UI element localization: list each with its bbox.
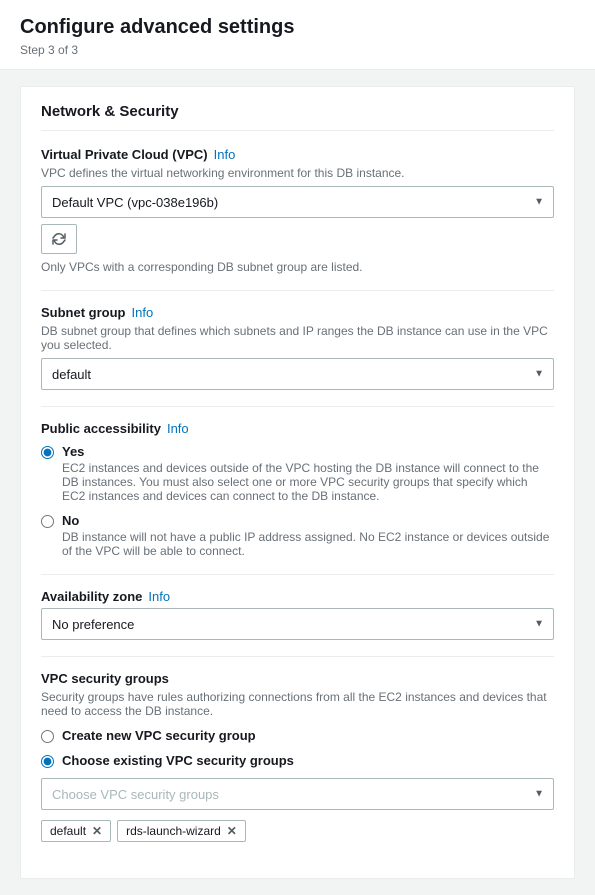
sg-tag-default-label: default [50,824,86,838]
sg-tag-default-remove[interactable]: ✕ [92,825,102,837]
public-accessibility-no-content: No DB instance will not have a public IP… [62,513,554,558]
sg-tags-row: default ✕ rds-launch-wizard ✕ [41,820,554,842]
subnet-label: Subnet group [41,305,126,320]
sg-choose-existing-radio[interactable] [41,755,54,768]
subnet-info-link[interactable]: Info [132,305,154,320]
vpc-info-link[interactable]: Info [214,147,236,162]
sg-select[interactable]: Choose VPC security groups [41,778,554,810]
divider-2 [41,406,554,407]
vpc-refresh-button[interactable] [41,224,77,254]
refresh-icon [52,232,66,246]
network-security-card: Network & Security Virtual Private Cloud… [20,86,575,879]
section-title: Network & Security [41,103,554,131]
sg-choose-existing-option: Choose existing VPC security groups [41,753,554,768]
public-accessibility-yes-content: Yes EC2 instances and devices outside of… [62,444,554,503]
subnet-select[interactable]: default [41,358,554,390]
availability-zone-label: Availability zone [41,589,142,604]
availability-zone-select[interactable]: No preference [41,608,554,640]
subnet-description: DB subnet group that defines which subne… [41,324,554,352]
subnet-label-row: Subnet group Info [41,305,554,322]
public-accessibility-info-link[interactable]: Info [167,421,189,436]
vpc-select-wrapper: Default VPC (vpc-038e196b) ▼ [41,186,554,218]
sg-create-new-option: Create new VPC security group [41,728,554,743]
subnet-select-wrapper: default ▼ [41,358,554,390]
vpc-security-groups-label: VPC security groups [41,671,169,686]
public-accessibility-radio-group: Yes EC2 instances and devices outside of… [41,444,554,558]
page-title: Configure advanced settings [20,16,575,39]
availability-zone-label-row: Availability zone Info [41,589,554,606]
public-accessibility-label: Public accessibility [41,421,161,436]
divider-3 [41,574,554,575]
availability-zone-info-link[interactable]: Info [148,589,170,604]
sg-tag-rds-launch-wizard: rds-launch-wizard ✕ [117,820,246,842]
vpc-label: Virtual Private Cloud (VPC) [41,147,208,162]
vpc-label-row: Virtual Private Cloud (VPC) Info [41,147,554,164]
sg-create-new-radio[interactable] [41,730,54,743]
main-content: Network & Security Virtual Private Cloud… [0,70,595,895]
vpc-security-groups-field-group: VPC security groups Security groups have… [41,671,554,842]
public-accessibility-field-group: Public accessibility Info Yes EC2 instan… [41,421,554,558]
public-accessibility-yes-label[interactable]: Yes [62,444,84,459]
vpc-description: VPC defines the virtual networking envir… [41,166,554,180]
public-accessibility-no-label[interactable]: No [62,513,79,528]
sg-tag-rds-launch-wizard-remove[interactable]: ✕ [227,825,237,837]
public-accessibility-yes-option: Yes EC2 instances and devices outside of… [41,444,554,503]
sg-create-new-label[interactable]: Create new VPC security group [62,728,256,743]
public-accessibility-no-desc: DB instance will not have a public IP ad… [62,530,554,558]
vpc-refresh-note: Only VPCs with a corresponding DB subnet… [41,260,554,274]
public-accessibility-yes-desc: EC2 instances and devices outside of the… [62,461,554,503]
public-accessibility-no-radio[interactable] [41,515,54,528]
subnet-field-group: Subnet group Info DB subnet group that d… [41,305,554,390]
sg-tag-default: default ✕ [41,820,111,842]
vpc-security-groups-radio-group: Create new VPC security group Choose exi… [41,728,554,768]
public-accessibility-label-row: Public accessibility Info [41,421,554,438]
step-indicator: Step 3 of 3 [20,43,575,57]
vpc-select[interactable]: Default VPC (vpc-038e196b) [41,186,554,218]
page-header: Configure advanced settings Step 3 of 3 [0,0,595,70]
sg-select-wrapper: Choose VPC security groups ▼ [41,778,554,810]
divider-4 [41,656,554,657]
public-accessibility-no-option: No DB instance will not have a public IP… [41,513,554,558]
divider-1 [41,290,554,291]
availability-zone-field-group: Availability zone Info No preference ▼ [41,589,554,640]
sg-tag-rds-launch-wizard-label: rds-launch-wizard [126,824,221,838]
sg-choose-existing-label[interactable]: Choose existing VPC security groups [62,753,294,768]
vpc-field-group: Virtual Private Cloud (VPC) Info VPC def… [41,147,554,274]
public-accessibility-yes-radio[interactable] [41,446,54,459]
availability-zone-select-wrapper: No preference ▼ [41,608,554,640]
